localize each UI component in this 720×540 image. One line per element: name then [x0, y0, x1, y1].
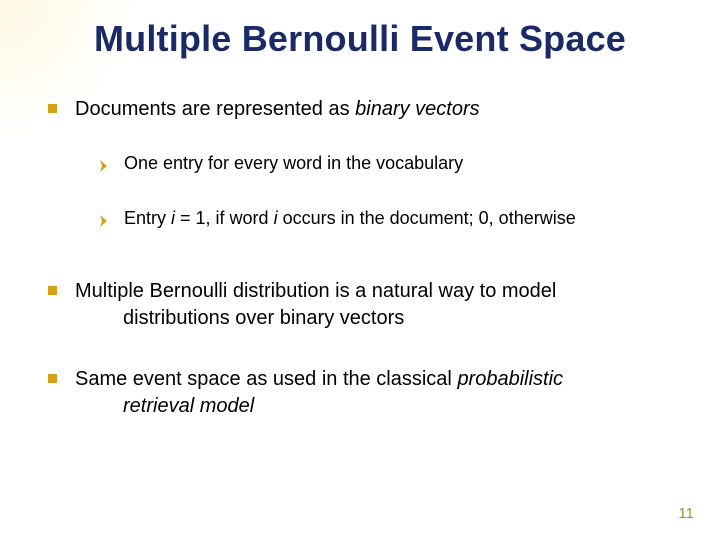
slide-title: Multiple Bernoulli Event Space — [0, 18, 720, 60]
chevron-right-icon — [100, 154, 110, 178]
bullet-level1: Multiple Bernoulli distribution is a nat… — [48, 278, 680, 332]
text-run: = 1, if word — [175, 208, 274, 228]
bullet-level2: One entry for every word in the vocabula… — [100, 151, 680, 178]
text-line: Same event space as used in the classica… — [75, 368, 563, 390]
square-bullet-icon — [48, 104, 57, 113]
text-line: Multiple Bernoulli distribution is a nat… — [75, 280, 556, 302]
page-number: 11 — [678, 505, 694, 522]
bullet-text: One entry for every word in the vocabula… — [124, 151, 680, 175]
text-continuation-italic: retrieval model — [75, 393, 680, 420]
text-run: Entry — [124, 208, 171, 228]
bullet-level2: Entry i = 1, if word i occurs in the doc… — [100, 206, 680, 233]
text-italic: binary vectors — [355, 98, 480, 120]
text-italic: probabilistic — [457, 368, 563, 390]
bullet-level1: Documents are represented as binary vect… — [48, 96, 680, 123]
bullet-text: Documents are represented as binary vect… — [75, 96, 680, 123]
bullet-text: Entry i = 1, if word i occurs in the doc… — [124, 206, 680, 230]
text-run: Same event space as used in the classica… — [75, 368, 457, 390]
chevron-right-icon — [100, 209, 110, 233]
slide-body: Documents are represented as binary vect… — [48, 96, 680, 438]
bullet-level1: Same event space as used in the classica… — [48, 366, 680, 420]
bullet-text: Multiple Bernoulli distribution is a nat… — [75, 278, 680, 332]
text-run: occurs in the document; 0, otherwise — [278, 208, 576, 228]
text-continuation: distributions over binary vectors — [75, 305, 680, 332]
slide: Multiple Bernoulli Event Space Documents… — [0, 0, 720, 540]
square-bullet-icon — [48, 286, 57, 295]
bullet-text: Same event space as used in the classica… — [75, 366, 680, 420]
text-run: Documents are represented as — [75, 98, 355, 120]
square-bullet-icon — [48, 374, 57, 383]
